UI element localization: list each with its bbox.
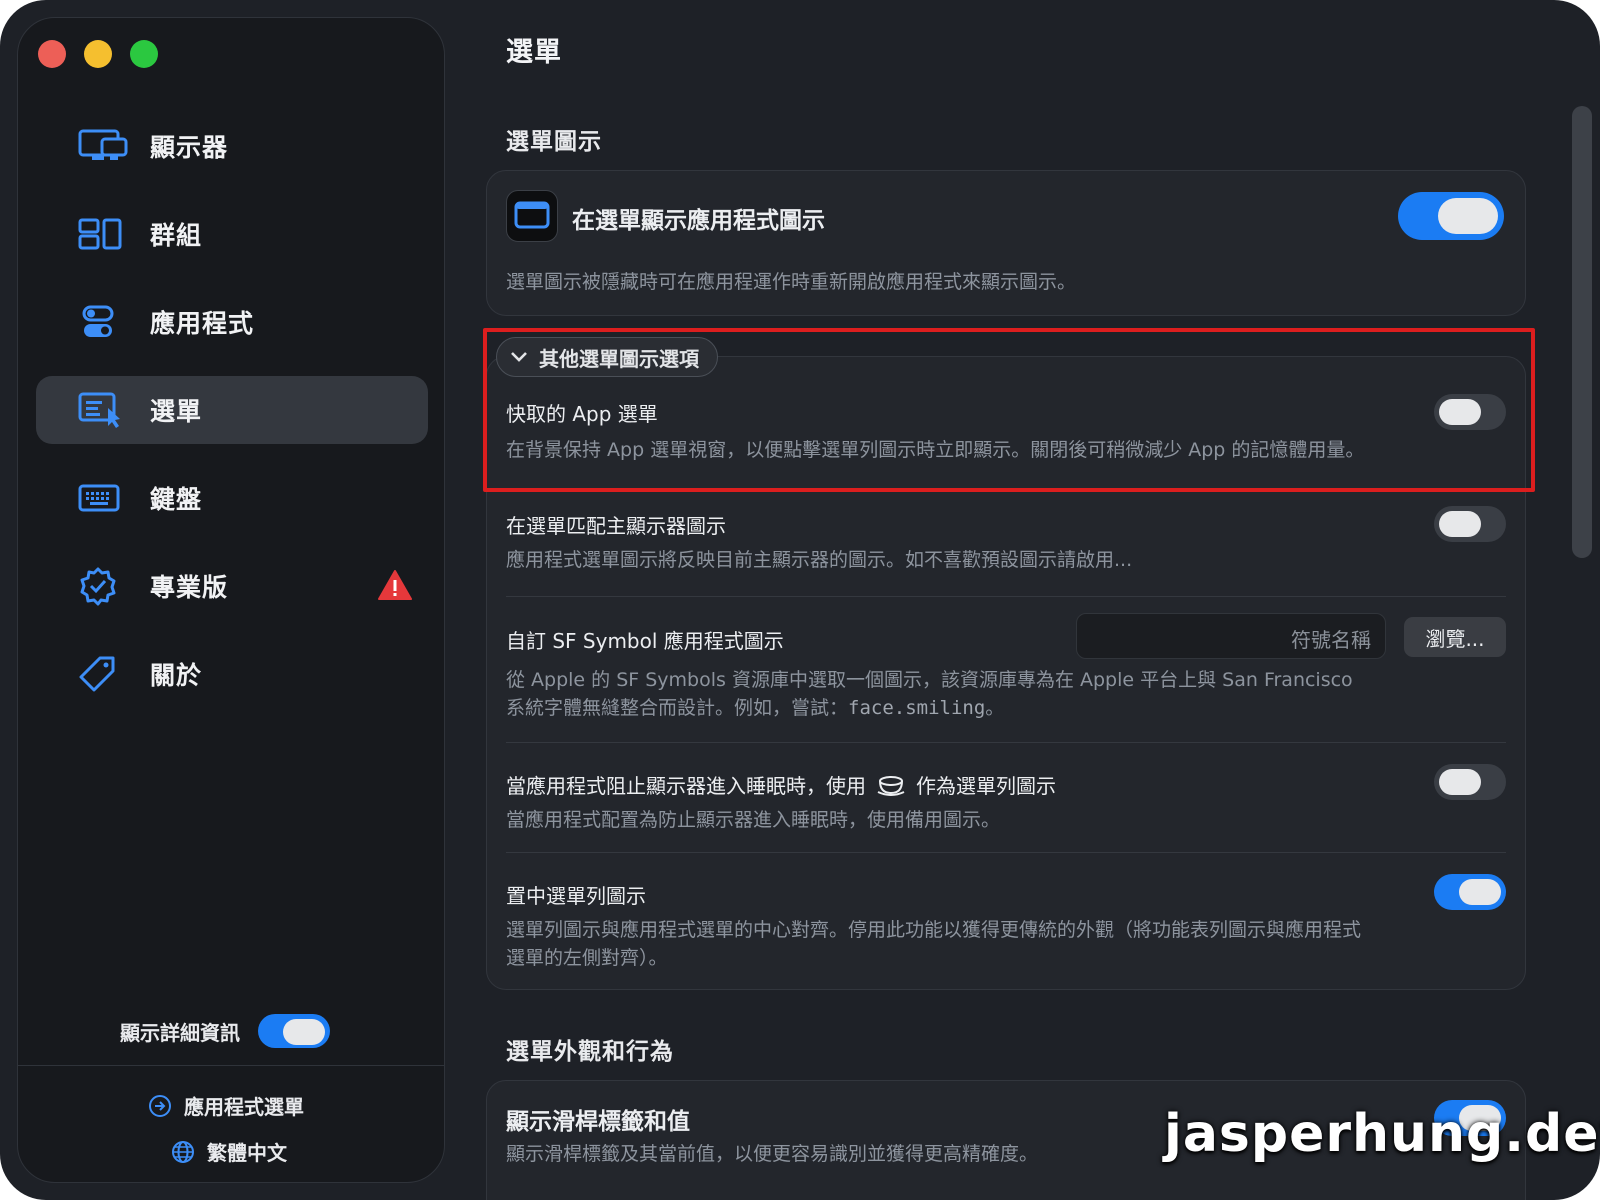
toggle-knob bbox=[1438, 198, 1498, 234]
sidebar-item-label: 關於 bbox=[150, 661, 203, 690]
display-icon bbox=[78, 126, 130, 166]
show-app-icon-toggle[interactable] bbox=[1398, 192, 1504, 240]
sleep-prevent-title: 當應用程式阻止顯示器進入睡眠時，使用 作為選單列圖示 bbox=[506, 770, 1056, 799]
watermark: jasperhung.dev bbox=[1164, 1104, 1600, 1164]
desc-text: 。 bbox=[985, 697, 1005, 719]
group-icon bbox=[78, 214, 130, 254]
row-divider bbox=[506, 596, 1506, 597]
show-details-label: 顯示詳細資訊 bbox=[120, 1020, 240, 1045]
match-main-display-desc: 應用程式選單圖示將反映目前主顯示器的圖示。如不喜歡預設圖示請啟用... bbox=[506, 549, 1133, 571]
row-divider bbox=[506, 742, 1506, 743]
sidebar-item-label: 應用程式 bbox=[150, 309, 255, 338]
toggle-knob bbox=[1439, 511, 1481, 537]
globe-icon bbox=[172, 1140, 194, 1163]
center-menubar-icon-toggle[interactable] bbox=[1434, 874, 1506, 910]
toggle-knob bbox=[1439, 769, 1481, 795]
warning-icon bbox=[378, 569, 412, 605]
page-title: 選單 bbox=[506, 37, 562, 68]
match-main-display-title: 在選單匹配主顯示器圖示 bbox=[506, 514, 726, 538]
sidebar-item-keyboard[interactable]: 鍵盤 bbox=[36, 464, 428, 532]
sidebar-item-label: 顯示器 bbox=[150, 133, 229, 162]
sidebar-item-menu[interactable]: 選單 bbox=[36, 376, 428, 444]
row-divider bbox=[506, 852, 1506, 853]
sidebar-item-label: 專業版 bbox=[150, 573, 229, 602]
symbol-name-input[interactable]: 符號名稱 bbox=[1076, 613, 1386, 659]
scrollbar[interactable] bbox=[1572, 106, 1592, 558]
coffee-cup-icon bbox=[877, 775, 905, 796]
sidebar-item-label: 群組 bbox=[150, 221, 203, 250]
match-main-display-toggle[interactable] bbox=[1434, 506, 1506, 542]
show-details-row: 顯示詳細資訊 bbox=[120, 1014, 330, 1048]
window-controls bbox=[38, 40, 158, 68]
sidebar-item-groups[interactable]: 群組 bbox=[36, 200, 428, 268]
zoom-window-button[interactable] bbox=[130, 40, 158, 68]
sidebar-item-pro[interactable]: 專業版 bbox=[36, 552, 428, 620]
toggle-knob bbox=[1459, 879, 1501, 905]
sidebar-item-label: 鍵盤 bbox=[150, 485, 203, 514]
section-title-appearance: 選單外觀和行為 bbox=[506, 1039, 674, 1065]
sidebar-item-label: 選單 bbox=[150, 397, 203, 426]
sidebar-divider bbox=[18, 1065, 444, 1066]
show-details-toggle[interactable] bbox=[258, 1014, 330, 1048]
show-slider-labels-desc: 顯示滑桿標籤及其當前值，以便更容易識別並獲得更高精確度。 bbox=[506, 1143, 1039, 1165]
footer-app-menu-label: 應用程式選單 bbox=[184, 1095, 304, 1119]
sleep-prevent-title-post: 作為選單列圖示 bbox=[916, 774, 1056, 798]
keyboard-icon bbox=[78, 478, 130, 518]
toggles-icon bbox=[78, 302, 130, 342]
app-window: 顯示器 群組 應用程式 選單 鍵盤 專業版 關於 顯示詳細資訊 應用程式選單 繁… bbox=[0, 0, 1600, 1200]
footer-language-link[interactable]: 繁體中文 bbox=[171, 1137, 287, 1166]
custom-sf-symbol-desc: 從 Apple 的 SF Symbols 資源庫中選取一個圖示，該資源庫專為在 … bbox=[506, 666, 1353, 722]
custom-sf-symbol-desc-line1: 從 Apple 的 SF Symbols 資源庫中選取一個圖示，該資源庫專為在 … bbox=[506, 669, 1353, 691]
browse-button[interactable]: 瀏覽... bbox=[1404, 617, 1506, 657]
verified-badge-icon bbox=[78, 566, 130, 606]
sidebar-nav: 顯示器 群組 應用程式 選單 鍵盤 專業版 關於 bbox=[36, 112, 428, 728]
highlight-box bbox=[483, 328, 1535, 492]
custom-sf-symbol-desc-line2: 系統字體無縫整合而設計。例如，嘗試：face.smiling。 bbox=[506, 694, 1353, 722]
toggle-knob bbox=[283, 1019, 325, 1045]
show-app-icon-title: 在選單顯示應用程式圖示 bbox=[572, 208, 825, 234]
tag-icon bbox=[78, 654, 130, 694]
section-title-menu-icon: 選單圖示 bbox=[506, 129, 602, 155]
example-symbol-code: face.smiling bbox=[848, 697, 986, 719]
custom-sf-symbol-title: 自訂 SF Symbol 應用程式圖示 bbox=[506, 629, 784, 653]
menu-icon bbox=[78, 390, 130, 430]
show-slider-labels-title: 顯示滑桿標籤和值 bbox=[506, 1109, 690, 1135]
sidebar: 顯示器 群組 應用程式 選單 鍵盤 專業版 關於 顯示詳細資訊 應用程式選單 繁… bbox=[17, 17, 445, 1183]
desc-text: 系統字體無縫整合而設計。例如，嘗試： bbox=[506, 697, 849, 719]
sidebar-item-apps[interactable]: 應用程式 bbox=[36, 288, 428, 356]
app-window-icon bbox=[506, 190, 558, 242]
sleep-prevent-title-pre: 當應用程式阻止顯示器進入睡眠時，使用 bbox=[506, 774, 866, 798]
sidebar-item-about[interactable]: 關於 bbox=[36, 640, 428, 708]
footer-app-menu-link[interactable]: 應用程式選單 bbox=[148, 1091, 304, 1120]
sleep-prevent-desc: 當應用程式配置為防止顯示器進入睡眠時，使用備用圖示。 bbox=[506, 809, 1001, 831]
close-window-button[interactable] bbox=[38, 40, 66, 68]
sleep-prevent-toggle[interactable] bbox=[1434, 764, 1506, 800]
center-menubar-icon-title: 置中選單列圖示 bbox=[506, 884, 646, 908]
center-menubar-icon-desc-line1: 選單列圖示與應用程式選單的中心對齊。停用此功能以獲得更傳統的外觀（將功能表列圖示… bbox=[506, 919, 1362, 941]
arrow-circle-icon bbox=[149, 1094, 171, 1117]
footer-language-label: 繁體中文 bbox=[207, 1141, 287, 1165]
sidebar-item-displays[interactable]: 顯示器 bbox=[36, 112, 428, 180]
center-menubar-icon-desc: 選單列圖示與應用程式選單的中心對齊。停用此功能以獲得更傳統的外觀（將功能表列圖示… bbox=[506, 916, 1361, 972]
minimize-window-button[interactable] bbox=[84, 40, 112, 68]
center-menubar-icon-desc-line2: 選單的左側對齊）。 bbox=[506, 947, 668, 969]
show-app-icon-desc: 選單圖示被隱藏時可在應用程運作時重新開啟應用程式來顯示圖示。 bbox=[506, 271, 1077, 293]
